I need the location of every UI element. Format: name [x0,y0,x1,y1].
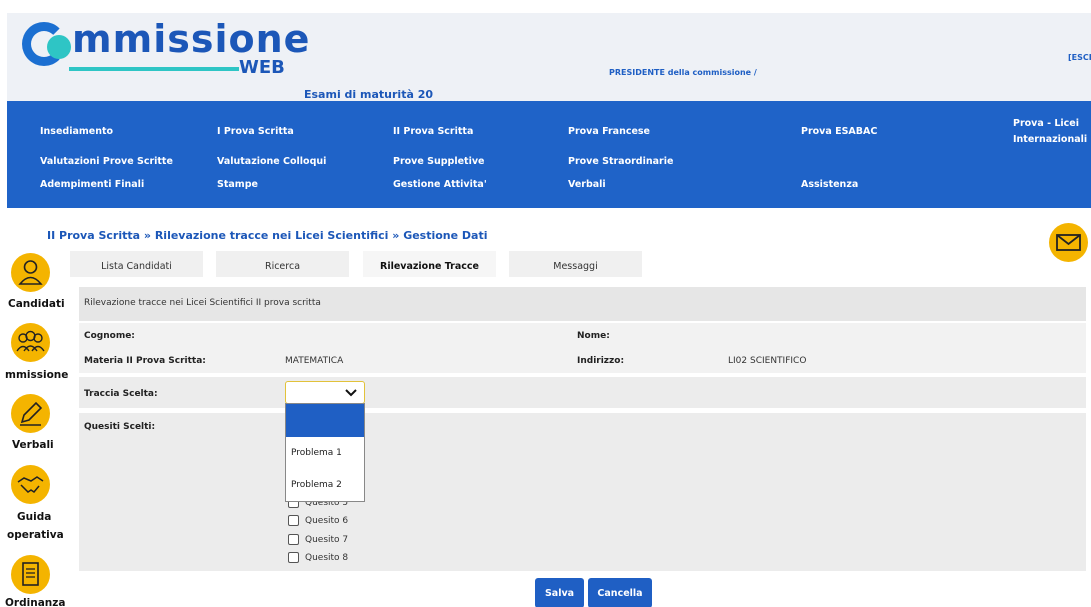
main-nav: Insediamento I Prova Scritta II Prova Sc… [7,101,1091,208]
nav-prova-licei-internazionali[interactable]: Prova - Licei Internazionali [1013,116,1089,148]
quesito-6-row: Quesito 6 [288,515,348,526]
nav-adempimenti-finali[interactable]: Adempimenti Finali [40,179,144,190]
quesito-6-checkbox[interactable] [288,515,299,526]
materia-label: Materia II Prova Scritta: [84,356,206,366]
quesito-6-label: Quesito 6 [305,515,349,526]
side-label-guida: Guida [17,511,52,523]
cognome-label: Cognome: [84,331,135,341]
traccia-option-problema-1[interactable]: Problema 1 [291,448,342,458]
nav-prova-esabac[interactable]: Prova ESABAC [801,126,877,137]
nav-prove-straordinarie[interactable]: Prove Straordinarie [568,156,673,167]
nome-label: Nome: [577,331,610,341]
header: mmissione WEB Esami di maturità 20 PRESI… [7,13,1091,101]
verbali-button[interactable] [11,394,50,433]
side-label-operativa: operativa [7,529,64,541]
logout-link[interactable]: [ESCI] [1068,53,1091,62]
breadcrumb: II Prova Scritta » Rilevazione tracce ne… [47,229,488,242]
exam-subtitle: Esami di maturità 20 [304,88,434,101]
quesito-8-checkbox[interactable] [288,552,299,563]
nav-insediamento[interactable]: Insediamento [40,126,113,137]
traccia-option-problema-2[interactable]: Problema 2 [291,480,342,490]
nav-gestione-attivita[interactable]: Gestione Attivita' [393,179,487,190]
chevron-down-icon [345,389,357,397]
breadcrumb-separator: » [388,229,404,242]
cancel-button[interactable]: Cancella [588,578,652,607]
quesito-8-row: Quesito 8 [288,552,348,563]
tab-lista-candidati[interactable]: Lista Candidati [70,251,203,277]
breadcrumb-item-gestione[interactable]: Gestione Dati [403,229,487,242]
quesito-7-label: Quesito 7 [305,534,349,545]
logo-text: mmissione [72,17,311,61]
side-label-verbali: Verbali [12,439,54,451]
handshake-icon [17,476,44,493]
quesiti-panel [79,413,1086,571]
quesito-7-row: Quesito 7 [288,534,348,545]
nav-prove-suppletive[interactable]: Prove Suppletive [393,156,484,167]
group-icon [16,330,45,352]
nav-verbali[interactable]: Verbali [568,179,606,190]
mail-button[interactable] [1049,223,1088,262]
tab-rilevazione-tracce[interactable]: Rilevazione Tracce [363,251,496,277]
tab-messaggi[interactable]: Messaggi [509,251,642,277]
commissione-button[interactable] [11,323,50,362]
pencil-icon [20,401,43,426]
traccia-select[interactable] [285,381,365,404]
nav-i-prova-scritta[interactable]: I Prova Scritta [217,126,294,137]
breadcrumb-item-rilevazione[interactable]: Rilevazione tracce nei Licei Scientifici [155,229,389,242]
nav-ii-prova-scritta[interactable]: II Prova Scritta [393,126,473,137]
president-label: PRESIDENTE della commissione / [609,68,757,77]
traccia-option-empty[interactable] [286,404,364,437]
guida-operativa-button[interactable] [11,465,50,504]
indirizzo-value: LI02 SCIENTIFICO [728,356,807,366]
quesito-7-checkbox[interactable] [288,534,299,545]
quesito-8-label: Quesito 8 [305,552,349,563]
nav-assistenza[interactable]: Assistenza [801,179,858,190]
indirizzo-label: Indirizzo: [577,356,625,366]
app-root: mmissione WEB Esami di maturità 20 PRESI… [0,0,1091,607]
traccia-dropdown: Problema 1 Problema 2 [285,403,365,502]
traccia-panel [79,377,1086,408]
ordinanza-button[interactable] [11,555,50,594]
tab-ricerca[interactable]: Ricerca [216,251,349,277]
side-label-candidati: Candidati [8,298,65,310]
nav-stampe[interactable]: Stampe [217,179,258,190]
nav-valutazione-colloqui[interactable]: Valutazione Colloqui [217,156,326,167]
section-title: Rilevazione tracce nei Licei Scientifici… [84,298,321,308]
materia-value: MATEMATICA [285,356,344,366]
save-button[interactable]: Salva [535,578,584,607]
document-icon [22,562,39,586]
side-label-commissione: mmissione [5,369,69,381]
envelope-icon [1056,234,1081,251]
nav-prova-francese[interactable]: Prova Francese [568,126,650,137]
nav-valutazioni-prove-scritte[interactable]: Valutazioni Prove Scritte [40,156,173,167]
traccia-label: Traccia Scelta: [84,389,158,399]
candidati-button[interactable] [11,253,50,292]
logo-web: WEB [239,57,285,78]
quesiti-label: Quesiti Scelti: [84,422,156,432]
breadcrumb-item-ii-prova[interactable]: II Prova Scritta [47,229,140,242]
logo-underline [69,67,239,71]
logo-dot [47,35,71,59]
person-icon [18,260,43,285]
breadcrumb-separator: » [140,229,155,242]
side-label-ordinanza: Ordinanza [5,597,66,607]
